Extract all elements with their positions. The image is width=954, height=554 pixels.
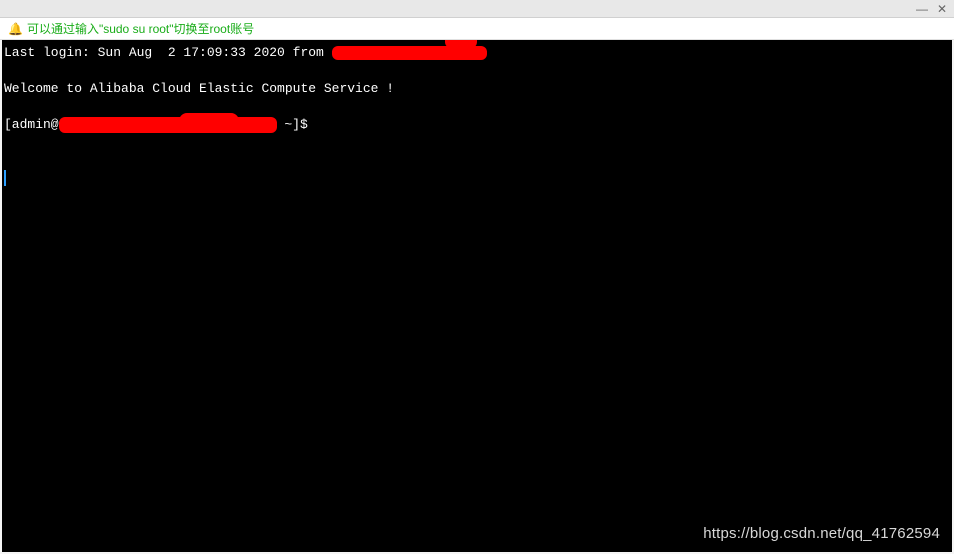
hint-text: 可以通过输入"sudo su root"切换至root账号 [27,20,254,37]
redacted-hostname [59,117,277,133]
terminal-area[interactable]: Last login: Sun Aug 2 17:09:33 2020 from… [2,40,952,552]
terminal-empty-line [4,98,950,116]
redacted-ip [332,46,487,60]
terminal-prompt-line: [admin@ ~]$ [4,116,950,134]
terminal-line-welcome: Welcome to Alibaba Cloud Elastic Compute… [4,80,950,98]
minimize-button[interactable]: — [912,1,932,17]
terminal-empty-line [4,62,950,80]
prompt-suffix: ~]$ [277,117,316,132]
window-titlebar: — ✕ [0,0,954,18]
cursor-indicator [4,170,6,186]
prompt-prefix: [admin@ [4,117,59,132]
close-button[interactable]: ✕ [932,1,952,17]
bell-icon: 🔔 [8,22,23,36]
watermark-text: https://blog.csdn.net/qq_41762594 [703,525,940,542]
last-login-text: Last login: Sun Aug 2 17:09:33 2020 from [4,45,332,60]
terminal-line-last-login: Last login: Sun Aug 2 17:09:33 2020 from [4,44,950,62]
hint-bar: 🔔 可以通过输入"sudo su root"切换至root账号 [0,18,954,40]
